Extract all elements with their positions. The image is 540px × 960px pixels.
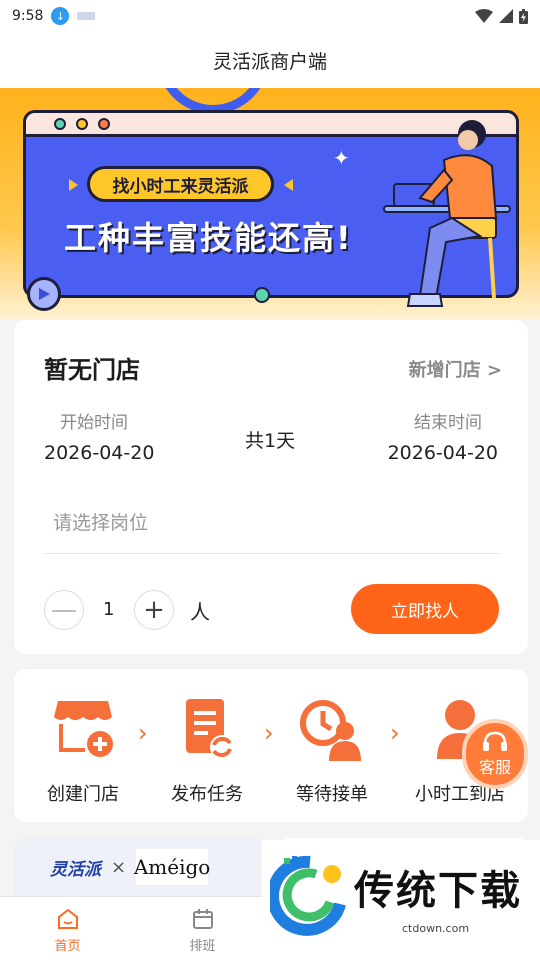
tab-label: 首页 bbox=[54, 939, 81, 954]
chevron-right-icon: › bbox=[264, 719, 274, 747]
banner-indicator-dot bbox=[254, 287, 270, 303]
window-dot-orange bbox=[98, 117, 110, 130]
banner-tag: 找小时工来灵活派 bbox=[87, 166, 274, 202]
quantity-unit: 人 bbox=[190, 600, 210, 624]
signal-icon bbox=[499, 9, 513, 23]
position-placeholder: 请选择岗位 bbox=[53, 512, 149, 534]
step-label: 等待接单 bbox=[296, 784, 368, 805]
status-time: 9:58 bbox=[12, 8, 44, 24]
app-title-bar: 灵活派商户端 bbox=[0, 32, 540, 88]
duration-text: 共1天 bbox=[245, 430, 296, 452]
add-store-link[interactable]: 新增门店 > bbox=[409, 356, 502, 382]
store-title: 暂无门店 bbox=[44, 356, 140, 384]
quantity-value: 1 bbox=[103, 599, 115, 620]
steps-card: 创建门店 › 发布任务 › 等待接单 › 小时工到店 bbox=[14, 669, 528, 822]
partner-banner[interactable]: 灵活派 × Améigo bbox=[14, 838, 260, 896]
promo-banner[interactable]: 找小时工来灵活派 ✦ 工种丰富技能还高! bbox=[0, 88, 540, 320]
start-time-label: 开始时间 bbox=[60, 413, 128, 433]
tab-label: 排班 bbox=[189, 939, 216, 954]
wifi-icon bbox=[475, 9, 493, 23]
page-title: 灵活派商户端 bbox=[212, 50, 327, 73]
service-label: 客服 bbox=[478, 758, 511, 777]
find-worker-button[interactable]: 立即找人 bbox=[351, 584, 499, 634]
watermark-url: ctdown.com bbox=[402, 922, 470, 935]
decrease-button[interactable]: — bbox=[44, 590, 84, 630]
triangle-left-icon bbox=[69, 179, 78, 191]
chevron-right-icon: › bbox=[390, 719, 400, 747]
headset-icon bbox=[483, 731, 507, 751]
step-publish-task[interactable]: 发布任务 bbox=[152, 697, 262, 806]
step-waiting[interactable]: 等待接单 bbox=[277, 697, 387, 806]
step-label: 创建门店 bbox=[47, 784, 119, 805]
tab-home[interactable]: 首页 bbox=[0, 897, 135, 960]
waiting-icon bbox=[300, 700, 361, 761]
watermark: 传统下载 ctdown.com bbox=[262, 840, 540, 960]
tab-schedule[interactable]: 排班 bbox=[135, 897, 270, 960]
task-publish-icon bbox=[186, 699, 234, 759]
start-date-value[interactable]: 2026-04-20 bbox=[44, 442, 154, 464]
store-add-icon bbox=[54, 701, 113, 757]
window-dot-green bbox=[54, 117, 66, 130]
window-dot-yellow bbox=[76, 117, 88, 130]
position-select[interactable]: 请选择岗位 bbox=[44, 496, 500, 554]
sparkle-icon: ✦ bbox=[333, 146, 350, 170]
customer-service-button[interactable]: 客服 bbox=[462, 719, 528, 789]
status-bar: 9:58 ↓ bbox=[0, 0, 540, 32]
battery-icon bbox=[519, 8, 528, 24]
triangle-right-icon bbox=[284, 179, 293, 191]
end-time-label: 结束时间 bbox=[414, 413, 482, 433]
increase-button[interactable]: + bbox=[134, 590, 174, 630]
partner-brand-logo: 灵活派 bbox=[50, 859, 101, 880]
watermark-logo bbox=[270, 855, 346, 936]
person-illustration bbox=[383, 120, 511, 307]
store-card: 暂无门店 新增门店 > 开始时间 结束时间 2026-04-20 共1天 202… bbox=[14, 320, 528, 654]
home-icon bbox=[57, 908, 78, 929]
partner-x: × bbox=[111, 856, 127, 878]
end-date-value[interactable]: 2026-04-20 bbox=[388, 442, 498, 464]
download-icon: ↓ bbox=[51, 7, 70, 25]
app-mini-icon bbox=[77, 12, 96, 20]
banner-slogan: 工种丰富技能还高! bbox=[64, 219, 353, 257]
step-label: 发布任务 bbox=[171, 784, 243, 805]
partner-brand-amego: Améigo bbox=[134, 849, 210, 885]
watermark-title: 传统下载 bbox=[354, 868, 522, 914]
play-icon[interactable] bbox=[27, 277, 61, 311]
chevron-right-icon: › bbox=[138, 719, 148, 747]
step-create-store[interactable]: 创建门店 bbox=[28, 697, 138, 806]
calendar-icon bbox=[192, 909, 213, 929]
